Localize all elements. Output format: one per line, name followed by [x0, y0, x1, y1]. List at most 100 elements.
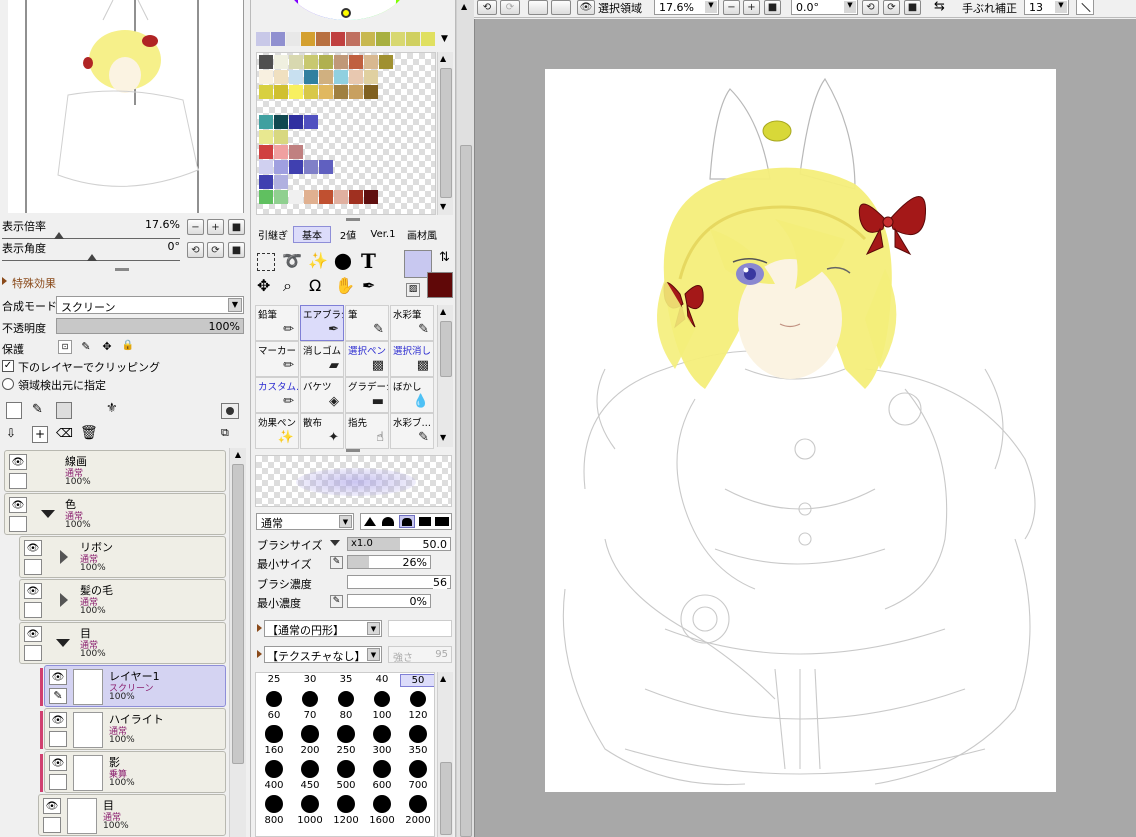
rect-select-icon[interactable]	[257, 253, 275, 271]
palette-swatch[interactable]	[391, 32, 405, 46]
layer-scroll-thumb[interactable]	[232, 464, 244, 764]
tool-scroll-thumb[interactable]	[440, 321, 452, 377]
tool-brush[interactable]: 筆 ✎	[345, 305, 389, 341]
brush-size-option[interactable]: 100	[364, 710, 400, 721]
tool-select-pen[interactable]: 選択ペン ▩	[345, 341, 389, 377]
layer-lock-toggle[interactable]	[49, 774, 67, 790]
palette-swatch[interactable]	[286, 32, 300, 46]
scroll-down-icon[interactable]: ▼	[440, 433, 446, 442]
rotate-icon[interactable]: Ω	[309, 276, 321, 295]
brush-size-dot[interactable]	[409, 725, 427, 743]
brush-size-option[interactable]: 70	[292, 710, 328, 721]
angle-reset-button[interactable]: ■	[228, 242, 245, 258]
trash-icon[interactable]: 🗑	[80, 425, 98, 443]
color-swatch[interactable]	[274, 115, 288, 129]
color-swatch[interactable]	[334, 70, 348, 84]
color-swatch[interactable]	[364, 190, 378, 204]
color-swatch[interactable]	[334, 190, 348, 204]
eye-icon[interactable]: 👁	[9, 454, 27, 470]
color-wheel[interactable]	[286, 0, 408, 20]
color-swatch[interactable]	[304, 190, 318, 204]
panel-splitter[interactable]	[346, 218, 360, 221]
clear-layer-button[interactable]: ⌫	[56, 426, 73, 443]
color-swatch[interactable]	[289, 70, 303, 84]
palette-swatch[interactable]	[406, 32, 420, 46]
layer-row[interactable]: 👁 目通常 100%	[19, 622, 226, 664]
color-swatch[interactable]	[289, 190, 303, 204]
brush-size-option[interactable]: 25	[256, 674, 292, 685]
layer-row[interactable]: 👁 髪の毛 通常 100%	[19, 579, 226, 621]
size-scroll-thumb[interactable]	[440, 762, 452, 835]
brush-size-option[interactable]: 40	[364, 674, 400, 685]
expand-triangle-icon[interactable]	[257, 650, 262, 658]
brush-size-option[interactable]: 2000	[400, 815, 434, 826]
color-swatch[interactable]	[304, 160, 318, 174]
tool-watercolor-brush[interactable]: 水彩筆 ✎	[390, 305, 434, 341]
eye-icon[interactable]: 👁	[9, 497, 27, 513]
color-swatch[interactable]	[349, 85, 363, 99]
layer-row[interactable]: 👁 線画 通常 100%	[4, 450, 226, 492]
color-swatch[interactable]	[319, 85, 333, 99]
brush-tab[interactable]: Ver.1	[365, 226, 401, 243]
swatch-scroll-thumb[interactable]	[440, 68, 452, 198]
color-swatch[interactable]	[304, 70, 318, 84]
tool-eraser[interactable]: 消しゴム ▰	[300, 341, 344, 377]
layer-row[interactable]: 👁 影乗算 100%	[40, 751, 226, 793]
zoom-slider[interactable]	[2, 231, 180, 239]
move-icon[interactable]: ✥	[257, 276, 270, 295]
brush-size-dot[interactable]	[337, 725, 355, 743]
redo-button[interactable]: ⟳	[500, 0, 520, 15]
zoom-slider-handle[interactable]	[54, 232, 64, 239]
palette-swatch[interactable]	[256, 32, 270, 46]
tool-marker[interactable]: マーカー ✏	[255, 341, 299, 377]
swap-colors-icon[interactable]: ⇅	[439, 250, 450, 265]
angle-slider[interactable]	[2, 253, 180, 261]
tool-select-erase[interactable]: 選択消し ▩	[390, 341, 434, 377]
magic-wand-icon[interactable]: ✨	[308, 251, 328, 270]
toolbar-rotate-left-button[interactable]: ⟲	[862, 0, 879, 15]
brush-size-option[interactable]: 450	[292, 780, 328, 791]
layer-lock-toggle[interactable]	[24, 602, 42, 618]
brush-size-option[interactable]: 1200	[328, 815, 364, 826]
layer-row[interactable]: 👁 目通常 100%	[38, 794, 226, 836]
tip-square-icon[interactable]	[419, 517, 431, 526]
region-radio[interactable]	[2, 378, 14, 390]
brush-size-option[interactable]: 50	[400, 674, 434, 687]
layer-scrollbar[interactable]: ▲	[229, 448, 246, 837]
navigator-preview[interactable]	[8, 0, 244, 213]
text-icon[interactable]: T	[361, 249, 376, 273]
color-swatch[interactable]	[334, 55, 348, 69]
transparent-color-icon[interactable]: ▨	[406, 283, 420, 297]
brush-size-option[interactable]: 250	[328, 745, 364, 756]
expand-triangle-icon[interactable]	[257, 624, 262, 632]
eye-icon[interactable]: 👁	[24, 583, 42, 599]
min-size-slider[interactable]: 26%	[347, 555, 431, 569]
deselect-button[interactable]	[528, 0, 548, 15]
color-swatch[interactable]	[259, 85, 273, 99]
tool-blur[interactable]: ぼかし 💧	[390, 377, 434, 413]
panel-splitter[interactable]	[115, 268, 129, 271]
color-swatch[interactable]	[274, 85, 288, 99]
color-swatch[interactable]	[379, 55, 393, 69]
zoom-in-button[interactable]: +	[207, 219, 224, 235]
texture-select[interactable]: 【テクスチャなし】 ▼	[264, 646, 382, 663]
toolbar-zoom-out-button[interactable]: −	[723, 0, 740, 15]
clip-checkbox[interactable]: ✓	[2, 360, 14, 372]
color-swatch[interactable]	[319, 190, 333, 204]
brush-size-dot[interactable]	[373, 725, 391, 743]
layer-lock-toggle[interactable]	[43, 817, 61, 833]
brush-size-dot[interactable]	[265, 725, 283, 743]
color-swatch[interactable]	[274, 55, 288, 69]
color-swatch[interactable]	[274, 70, 288, 84]
brush-size-option[interactable]: 350	[400, 745, 434, 756]
folder-closed-icon[interactable]	[60, 593, 68, 607]
brush-shape-select[interactable]: 【通常の円形】 ▼	[264, 620, 382, 637]
color-swatch[interactable]	[289, 115, 303, 129]
color-swatch[interactable]	[274, 145, 288, 159]
duplicate-layer-button[interactable]: ⧉	[221, 426, 239, 443]
brush-size-dot[interactable]	[373, 760, 391, 778]
palette-swatch[interactable]	[346, 32, 360, 46]
new-folder-button[interactable]	[56, 402, 72, 419]
brush-size-dot[interactable]	[373, 795, 391, 813]
layer-row[interactable]: 👁 リボン 通常 100%	[19, 536, 226, 578]
